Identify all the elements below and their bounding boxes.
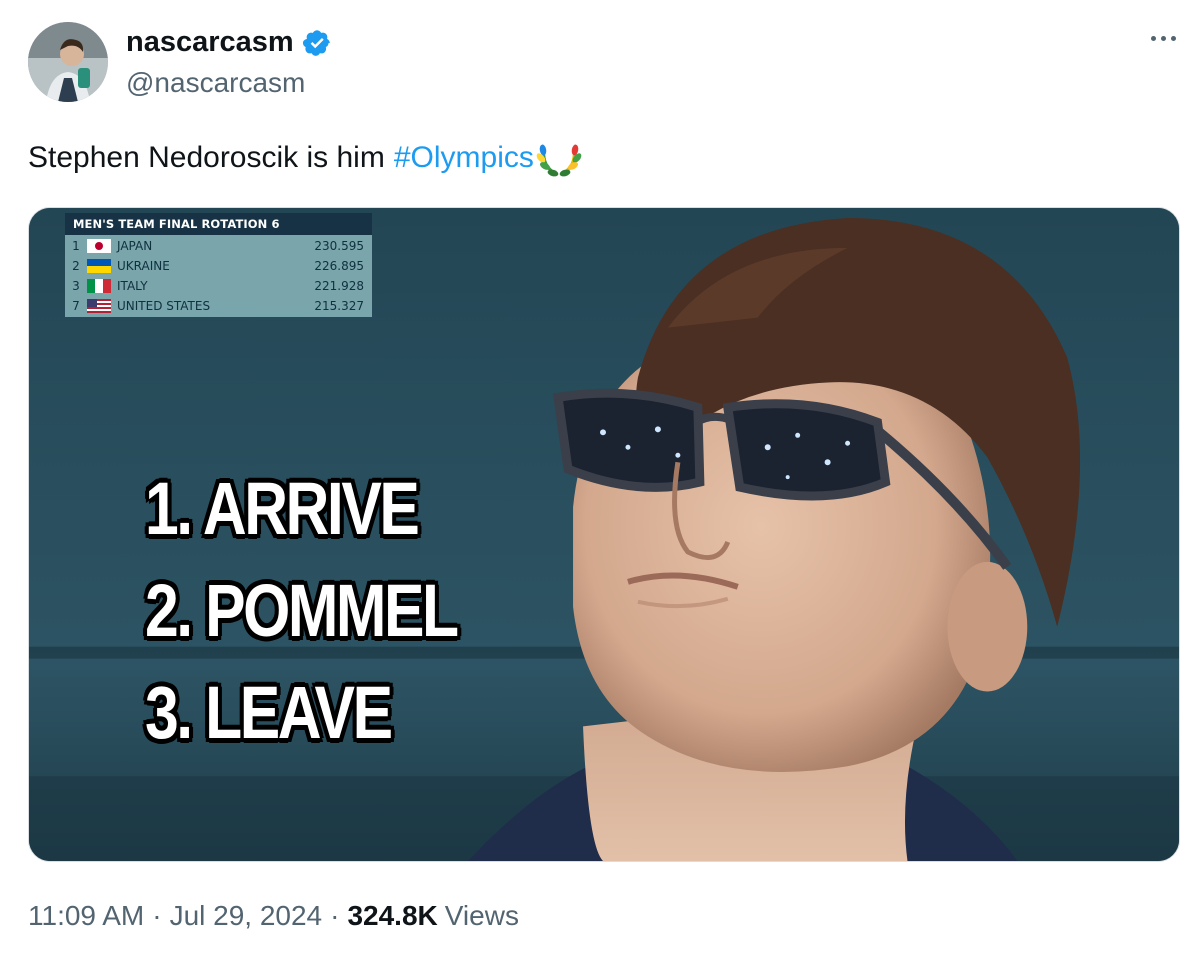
meme-caption-line: 2. POMMEL [145, 569, 459, 652]
japan-flag-icon [87, 239, 111, 253]
scoreboard-row: 7 UNITED STATES 215.327 [65, 296, 372, 316]
meme-caption-line: 1. ARRIVE [145, 467, 420, 550]
scoreboard-country: UKRAINE [117, 259, 170, 273]
more-dot [1170, 35, 1176, 41]
meme-caption-line: 3. LEAVE [145, 671, 393, 754]
scoreboard-rank: 2 [72, 259, 80, 273]
scoreboard-rank: 7 [72, 299, 80, 313]
olympics-laurel-icon [536, 144, 582, 177]
scoreboard-row: 3 ITALY 221.928 [65, 276, 372, 296]
author-display-name[interactable]: nascarcasm [126, 26, 294, 59]
scoreboard-title: MEN'S TEAM FINAL ROTATION 6 [65, 213, 372, 235]
author-name-row: nascarcasm [126, 26, 332, 59]
more-dot [1160, 35, 1166, 41]
ukraine-flag-icon [87, 259, 111, 273]
scoreboard-score: 221.928 [314, 279, 364, 293]
verified-badge-icon [302, 29, 330, 56]
scoreboard-row: 2 UKRAINE 226.895 [65, 256, 372, 276]
tweet-media-image[interactable]: MEN'S TEAM FINAL ROTATION 6 1 JAPAN 230.… [28, 207, 1180, 862]
tweet-meta: 11:09 AM · Jul 29, 2024 · 324.8K Views [28, 900, 519, 932]
scoreboard-rank: 1 [72, 239, 80, 253]
tweet-text: Stephen Nedoroscik is him #Olympics [28, 136, 582, 180]
usa-flag-icon [87, 299, 111, 313]
scoreboard-score: 230.595 [314, 239, 364, 253]
tweet-time[interactable]: 11:09 AM [28, 900, 144, 932]
views-label: Views [444, 900, 519, 931]
more-options-icon[interactable] [1146, 28, 1180, 48]
tweet-body: Stephen Nedoroscik is him [28, 141, 385, 174]
scoreboard-country: UNITED STATES [117, 299, 211, 313]
meme-caption: 1. ARRIVE 2. POMMEL 3. LEAVE [145, 458, 525, 764]
more-dot [1150, 35, 1156, 41]
scoreboard-country: JAPAN [117, 239, 153, 253]
scoreboard-rank: 3 [72, 279, 80, 293]
scoreboard-overlay: MEN'S TEAM FINAL ROTATION 6 1 JAPAN 230.… [65, 213, 372, 317]
tweet-date[interactable]: Jul 29, 2024 [170, 900, 323, 932]
separator-dot: · [330, 900, 340, 931]
separator-dot: · [152, 900, 162, 931]
author-handle[interactable]: @nascarcasm [126, 67, 305, 99]
scoreboard-country: ITALY [117, 279, 148, 293]
author-avatar[interactable] [28, 22, 108, 102]
italy-flag-icon [87, 279, 111, 293]
scoreboard-score: 215.327 [314, 299, 364, 313]
views-count: 324.8K [347, 900, 438, 931]
scoreboard-row: 1 JAPAN 230.595 [65, 236, 372, 256]
scoreboard-score: 226.895 [314, 259, 364, 273]
scoreboard-rows: 1 JAPAN 230.595 2 UKRAINE 226.895 3 ITAL… [65, 235, 372, 317]
avatar-image [28, 22, 108, 102]
hashtag-link[interactable]: #Olympics [394, 141, 534, 175]
